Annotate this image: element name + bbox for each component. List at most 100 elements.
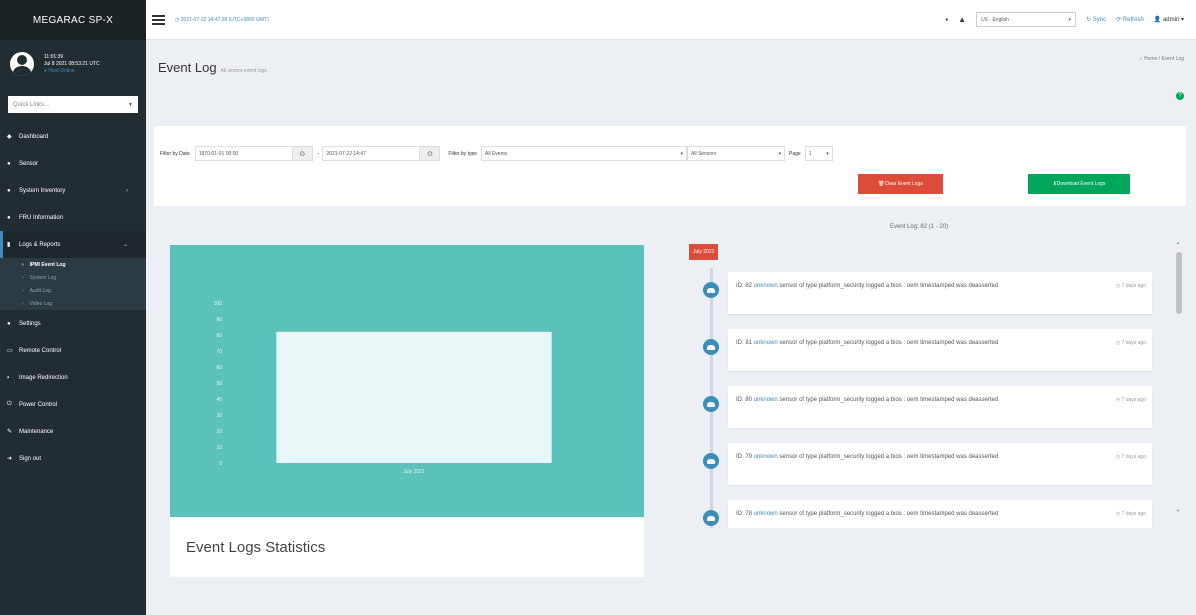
event-time: ◷ 7 days ago [1115,397,1146,403]
submenu-item-audit-log[interactable]: › Audit Log [0,284,146,297]
main-content: Event Log All sensor event logs ⌂ Home / … [146,40,1196,615]
scroll-down-icon[interactable]: ▼ [1176,508,1180,513]
brand-logo[interactable]: MEGARAC SP-X [0,0,146,40]
timeline-event: ID: 81 unknown sensor of type platform_s… [686,329,1156,373]
event-time: ◷ 7 days ago [1115,511,1146,517]
clear-event-logs-button[interactable]: 🗑 Clear Event Logs [858,174,943,194]
sidebar-item-sign-out[interactable]: ➜ Sign out [0,445,146,472]
filter-panel: Filter by Date 1970-01-01 00:00 ⊙ - 2021… [154,126,1186,206]
sidebar-item-maintenance[interactable]: ✎ Maintenance [0,418,146,445]
bmc-datetime: ◷ 2021-07-22 14:47:28 (UTC+0800 GMT) [175,16,269,23]
event-time: ◷ 7 days ago [1115,454,1146,460]
remote-control-icon: ▭ [7,348,13,354]
chart-caption: Event Logs Statistics [186,539,326,556]
sidebar-item-settings[interactable]: ● Settings [0,310,146,337]
chevron-icon: ⌄ [122,242,128,248]
submenu-item-video-log[interactable]: › Video Log [0,297,146,310]
scroll-up-icon[interactable]: ▲ [1176,240,1180,245]
chevron-down-icon: ▼ [128,101,133,108]
event-text: sensor of type platform_security logged … [779,397,999,403]
user-menu[interactable]: 👤 admin ▾ [1154,16,1184,23]
sidebar-item-label: Power Control [19,401,58,408]
event-body: ID: 78 unknown sensor of type platform_s… [728,500,1152,528]
submenu-item-system-log[interactable]: › System Log [0,271,146,284]
timeline-event: ID: 79 unknown sensor of type platform_s… [686,443,1156,487]
page-select[interactable]: 1 ▾ [804,146,833,161]
sidebar-item-system-inventory[interactable]: ● System Inventory › [0,177,146,204]
sidebar-item-label: Image Redirection [19,374,68,381]
timeline-date-label: July 2021 [689,244,719,260]
chevron-down-icon: ▾ [680,150,684,157]
event-body: ID: 79 unknown sensor of type platform_s… [728,443,1152,485]
inventory-icon: ● [7,187,11,194]
sidebar-item-label: Sensor [19,160,39,167]
chevron-down-icon: ▾ [778,150,782,157]
top-header: ◷ 2021-07-22 14:47:28 (UTC+0800 GMT) ▪ ▲… [146,0,1196,40]
circle-icon: › [22,287,24,294]
event-type-select[interactable]: All Events ▾ [481,146,688,161]
event-body: ID: 82 unknown sensor of type platform_s… [728,272,1152,314]
bar[interactable] [276,331,552,463]
warning-icon[interactable]: ▲ [958,15,966,24]
sync-button[interactable]: ↻ Sync [1086,16,1106,23]
sidebar-item-label: System Inventory [19,187,66,194]
timeline-scrollbar[interactable]: ▲ ▼ [1176,240,1182,520]
event-stats-chart: 0 10 20 30 40 50 60 70 80 90 100 July 2021 [170,245,644,517]
event-source-link[interactable]: unknown [754,454,778,460]
host-status: ● Host Online [44,67,75,74]
signout-icon: ➜ [7,456,13,462]
scrollbar-thumb[interactable] [1176,252,1182,314]
menu-toggle-icon[interactable] [152,14,165,25]
sidebar-item-logs-reports[interactable]: ▮ Logs & Reports ⌄ [0,231,146,258]
sidebar-item-sensor[interactable]: ● Sensor [0,150,146,177]
event-time: ◷ 7 days ago [1115,283,1146,289]
sidebar-item-dashboard[interactable]: ◆ Dashboard [0,123,146,150]
notification-icon[interactable]: ▪ [945,15,948,24]
event-text: sensor of type platform_security logged … [779,454,999,460]
chart-svg: 0 10 20 30 40 50 60 70 80 90 100 July 2021 [214,301,552,475]
sidebar-item-image-redirection[interactable]: ▪ Image Redirection [0,364,146,391]
event-body: ID: 81 unknown sensor of type platform_s… [728,329,1152,371]
sidebar-item-label: FRU Information [19,214,64,221]
event-id: ID: 82 [736,283,753,289]
event-source-link[interactable]: unknown [754,397,778,403]
start-date-input[interactable]: 1970-01-01 00:00 [194,146,293,161]
y-tick-label: 0 [219,461,222,467]
circle-icon: › [22,300,24,307]
event-stats-card: 0 10 20 30 40 50 60 70 80 90 100 July 2021 Event Lo… [170,245,644,577]
event-log-count: Event Log: 82 (1 - 20) [890,224,949,230]
dashboard-icon: ◆ [7,134,12,140]
sidebar-item-label: Sign out [19,455,42,462]
y-tick-label: 80 [216,333,222,339]
sensor-select[interactable]: All Sensors ▾ [687,146,786,161]
user-name: 11:01:39 [44,53,64,60]
sidebar-item-power-control[interactable]: ⏻ Power Control [0,391,146,418]
end-calendar-icon[interactable]: ⊙ [420,146,441,161]
quick-links-select[interactable]: Quick Links... ▼ [8,96,138,113]
sidebar-item-label: Dashboard [19,133,49,140]
submenu-item-label: Audit Log [29,287,51,294]
language-select[interactable]: US - English ▾ [976,12,1077,27]
logs-submenu: › IPMI Event Log › System Log › Audit Log › Vid… [0,258,146,310]
chevron-down-icon: ▾ [1068,16,1072,23]
end-date-input[interactable]: 2021-07-22 14:47 [322,146,421,161]
sidebar-item-fru-information[interactable]: ● FRU Information [0,204,146,231]
refresh-button[interactable]: ⟳ Refresh [1116,16,1144,23]
breadcrumb-current: Event Log [1161,56,1184,62]
filter-type-label: Filter by type [448,150,478,157]
download-event-logs-button[interactable]: ⬇ Download Event Logs [1028,174,1130,194]
breadcrumb-home[interactable]: ⌂ Home [1140,56,1158,62]
sidebar-item-remote-control[interactable]: ▭ Remote Control [0,337,146,364]
event-source-link[interactable]: unknown [754,511,778,517]
event-source-link[interactable]: unknown [754,340,778,346]
y-tick-label: 30 [216,413,222,419]
y-tick-label: 10 [216,445,222,451]
start-calendar-icon[interactable]: ⊙ [292,146,313,161]
submenu-item-ipmi-event-log[interactable]: › IPMI Event Log [0,258,146,271]
timeline-event: ID: 78 unknown sensor of type platform_s… [686,500,1156,528]
event-icon [703,510,719,526]
help-icon[interactable]: ? [1176,92,1184,100]
user-panel: 11:01:39 Jul 8 2021 08:53:21 UTC ● Host … [0,40,146,88]
event-source-link[interactable]: unknown [754,283,778,289]
event-id: ID: 78 [736,511,753,517]
